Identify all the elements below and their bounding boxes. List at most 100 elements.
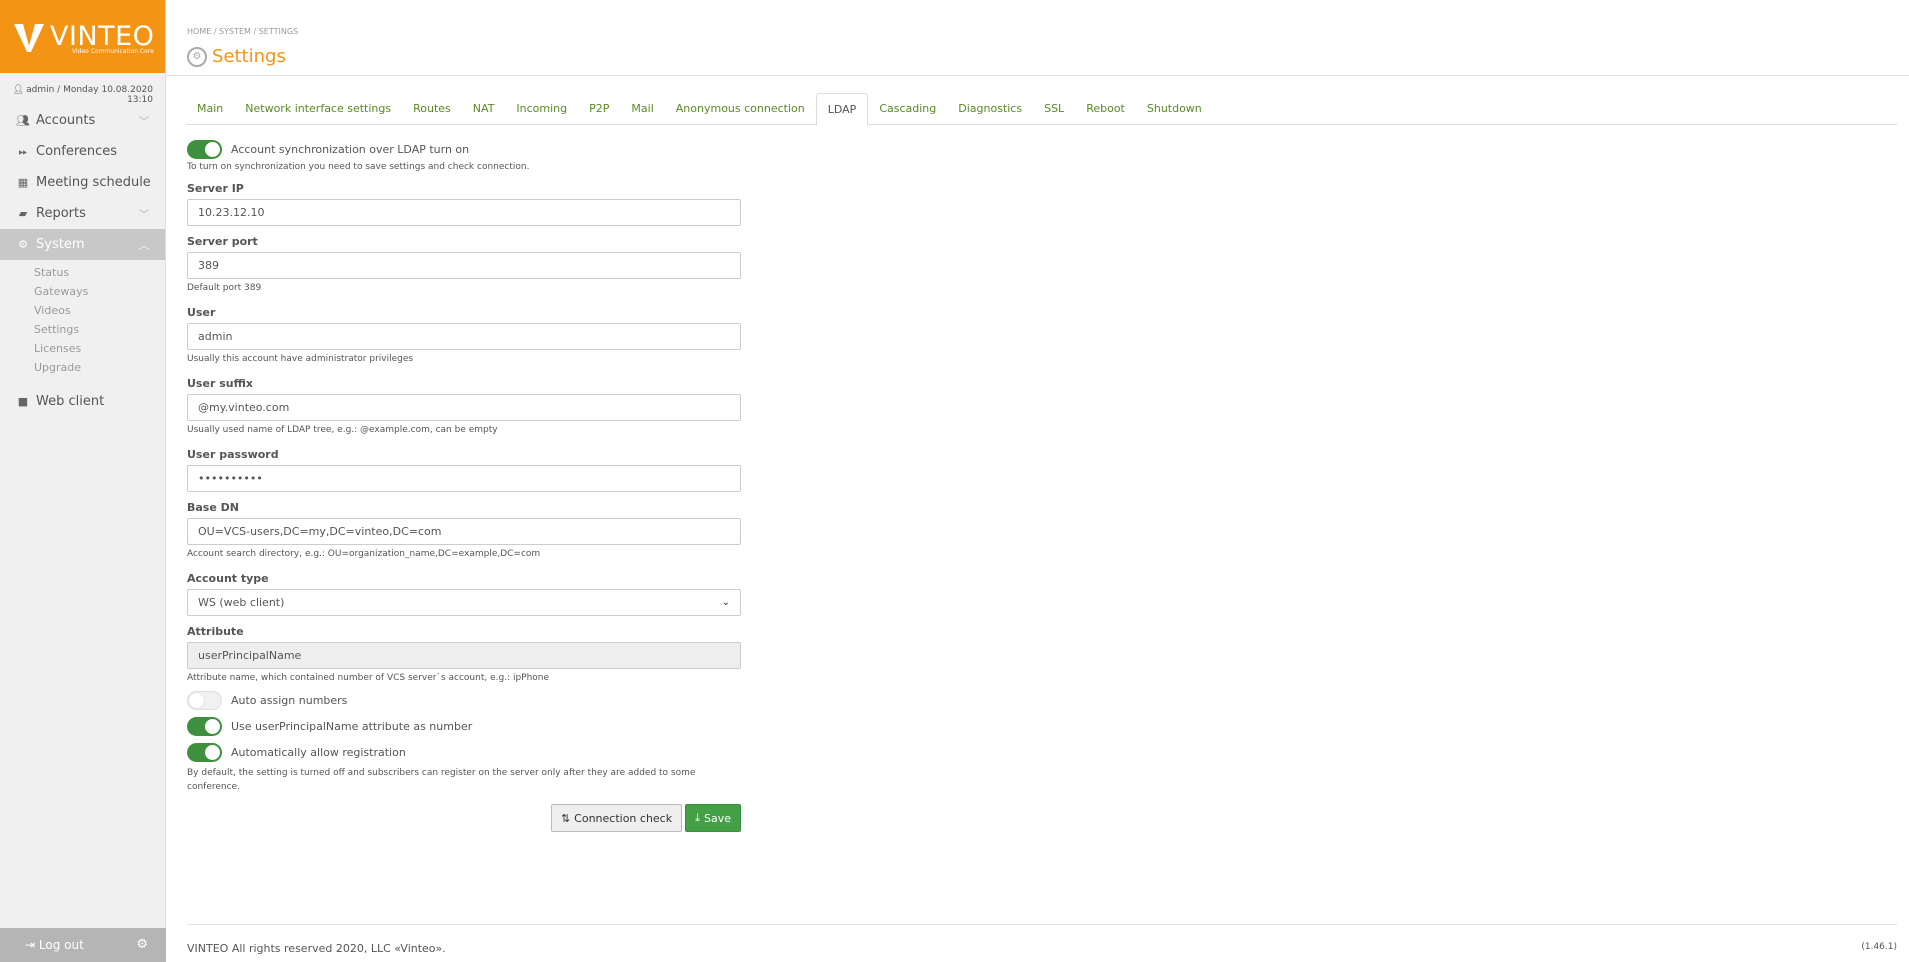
gear-icon[interactable]: ⚙ xyxy=(136,937,148,952)
user-icon: 👤︎ xyxy=(12,85,25,95)
connection-check-button[interactable]: ⇅ Connection check xyxy=(550,804,683,832)
tab-network-interface-settings[interactable]: Network interface settings xyxy=(234,93,402,125)
sidebar-item-label: System xyxy=(36,237,85,252)
user-line: 👤︎ admin / Monday 10.08.2020 13:10 xyxy=(0,73,165,105)
auto-allow-toggle[interactable] xyxy=(187,742,222,762)
sidebar-item-label: Web client xyxy=(36,394,105,409)
account-type-label: Account type xyxy=(187,572,269,585)
tab-p2p[interactable]: P2P xyxy=(578,93,620,125)
user-input[interactable]: admin xyxy=(187,323,741,350)
user-suffix-input[interactable]: @my.vinteo.com xyxy=(187,394,741,421)
sync-hint: To turn on synchronization you need to s… xyxy=(187,162,530,172)
base-dn-label: Base DN xyxy=(187,501,239,514)
footer-text: VINTEO All rights reserved 2020, LLC «Vi… xyxy=(187,942,446,955)
gears-icon: ⚙ xyxy=(18,238,28,251)
use-upn-label: Use userPrincipalName attribute as numbe… xyxy=(231,719,473,733)
chevron-down-icon: ⌄ xyxy=(721,597,730,608)
calendar-icon: ▦ xyxy=(17,176,29,189)
tab-ldap[interactable]: LDAP xyxy=(815,93,869,126)
sidebar-item-label: Meeting schedule xyxy=(36,175,151,190)
attribute-input[interactable]: userPrincipalName xyxy=(187,642,741,669)
user-suffix-hint: Usually used name of LDAP tree, e.g.: @e… xyxy=(187,425,498,435)
tab-diagnostics[interactable]: Diagnostics xyxy=(947,93,1033,125)
auto-allow-row: Automatically allow registration xyxy=(187,741,741,763)
tab-incoming[interactable]: Incoming xyxy=(505,93,578,125)
save-button[interactable]: ⤓ Save xyxy=(685,804,741,832)
form-buttons: ⇅ Connection check ⤓ Save xyxy=(550,804,741,832)
tab-ssl[interactable]: SSL xyxy=(1033,93,1075,125)
tab-main[interactable]: Main xyxy=(186,93,234,125)
tab-cascading[interactable]: Cascading xyxy=(868,93,947,125)
footer-divider xyxy=(187,924,1897,925)
sync-toggle-row: Account synchronization over LDAP turn o… xyxy=(187,138,741,160)
ldap-sync-toggle[interactable] xyxy=(187,139,222,159)
sidebar-item-label: Accounts xyxy=(36,113,96,128)
logo-title: VINTEO xyxy=(50,20,155,52)
breadcrumb[interactable]: HOME / SYSTEM / SETTINGS xyxy=(187,27,298,36)
divider xyxy=(166,75,1909,76)
server-port-label: Server port xyxy=(187,235,258,248)
account-type-select[interactable]: WS (web client) ⌄ xyxy=(187,589,741,616)
subnav-item-status[interactable]: Status xyxy=(34,266,165,285)
sidebar-item-meeting-schedule[interactable]: ▦ Meeting schedule xyxy=(0,167,165,198)
sidebar-item-accounts[interactable]: 👥︎ Accounts ﹀ xyxy=(0,105,165,136)
fast-forward-icon: ⏩︎ xyxy=(18,144,28,158)
server-ip-label: Server IP xyxy=(187,182,244,195)
server-port-input[interactable]: 389 xyxy=(187,252,741,279)
tab-routes[interactable]: Routes xyxy=(402,93,462,125)
auto-assign-row: Auto assign numbers xyxy=(187,689,741,711)
tab-mail[interactable]: Mail xyxy=(620,93,664,125)
sidebar-item-reports[interactable]: ▰ Reports ﹀ xyxy=(0,198,165,229)
use-upn-toggle[interactable] xyxy=(187,716,222,736)
user-hint: Usually this account have administrator … xyxy=(187,354,414,364)
version-label: (1.46.1) xyxy=(1861,942,1897,952)
account-type-value: WS (web client) xyxy=(198,596,285,609)
logout-bar: ⇥ Log out ⚙ xyxy=(0,928,166,962)
chevron-down-icon: ﹀ xyxy=(139,210,149,221)
settings-icon: ⚙ xyxy=(187,46,207,67)
main-content: HOME / SYSTEM / SETTINGS ⚙ Settings Main… xyxy=(166,0,1909,962)
server-port-hint: Default port 389 xyxy=(187,283,262,293)
users-icon: 👥︎ xyxy=(16,114,30,127)
page-title: ⚙ Settings xyxy=(187,46,286,67)
user-info: admin / Monday 10.08.2020 13:10 xyxy=(26,85,153,105)
settings-tabs: Main Network interface settings Routes N… xyxy=(186,93,1897,126)
auto-assign-label: Auto assign numbers xyxy=(231,693,348,707)
sign-out-icon: ⇥ xyxy=(25,938,36,952)
tab-nat[interactable]: NAT xyxy=(462,93,506,125)
tab-anonymous-connection[interactable]: Anonymous connection xyxy=(665,93,816,125)
server-ip-input[interactable]: 10.23.12.10 xyxy=(187,199,741,226)
ldap-form: Account synchronization over LDAP turn o… xyxy=(187,138,741,832)
chevron-down-icon: ﹀ xyxy=(139,117,149,128)
auto-allow-label: Automatically allow registration xyxy=(231,745,406,759)
auto-allow-hint: By default, the setting is turned off an… xyxy=(187,768,696,792)
chevron-up-icon: ︿ xyxy=(139,241,149,252)
vinteo-logo-icon xyxy=(14,23,44,52)
subnav-item-licenses[interactable]: Licenses xyxy=(34,342,165,361)
subnav-item-upgrade[interactable]: Upgrade xyxy=(34,361,165,380)
sidebar-item-web-client[interactable]: ■ Web client xyxy=(0,386,165,417)
base-dn-input[interactable]: OU=VCS-users,DC=my,DC=vinteo,DC=com xyxy=(187,518,741,545)
page-title-text: Settings xyxy=(212,46,286,67)
book-icon: ▰ xyxy=(18,207,28,220)
subnav-item-videos[interactable]: Videos xyxy=(34,304,165,323)
subnav-item-settings[interactable]: Settings xyxy=(34,323,165,342)
auto-assign-toggle[interactable] xyxy=(187,690,222,710)
sidebar-item-conferences[interactable]: ⏩︎ Conferences xyxy=(0,136,165,167)
user-password-input[interactable]: •••••••••• xyxy=(187,465,741,492)
attribute-label: Attribute xyxy=(187,625,244,638)
tab-reboot[interactable]: Reboot xyxy=(1075,93,1136,125)
logout-button[interactable]: ⇥ Log out xyxy=(25,938,84,952)
logo[interactable]: VINTEO xyxy=(0,0,165,73)
base-dn-hint: Account search directory, e.g.: OU=organ… xyxy=(187,549,541,559)
video-camera-icon: ■ xyxy=(17,395,29,408)
download-icon: ⤓ xyxy=(695,811,700,824)
sidebar-item-system[interactable]: ⚙ System ︿ xyxy=(0,229,165,260)
tab-shutdown[interactable]: Shutdown xyxy=(1136,93,1213,125)
sort-icon: ⇅ xyxy=(560,811,571,825)
subnav-item-gateways[interactable]: Gateways xyxy=(34,285,165,304)
user-suffix-label: User suffix xyxy=(187,377,253,390)
system-subnav: Status Gateways Videos Settings Licenses… xyxy=(0,260,165,386)
sidebar-item-label: Reports xyxy=(36,206,86,221)
ldap-sync-label: Account synchronization over LDAP turn o… xyxy=(231,142,470,156)
